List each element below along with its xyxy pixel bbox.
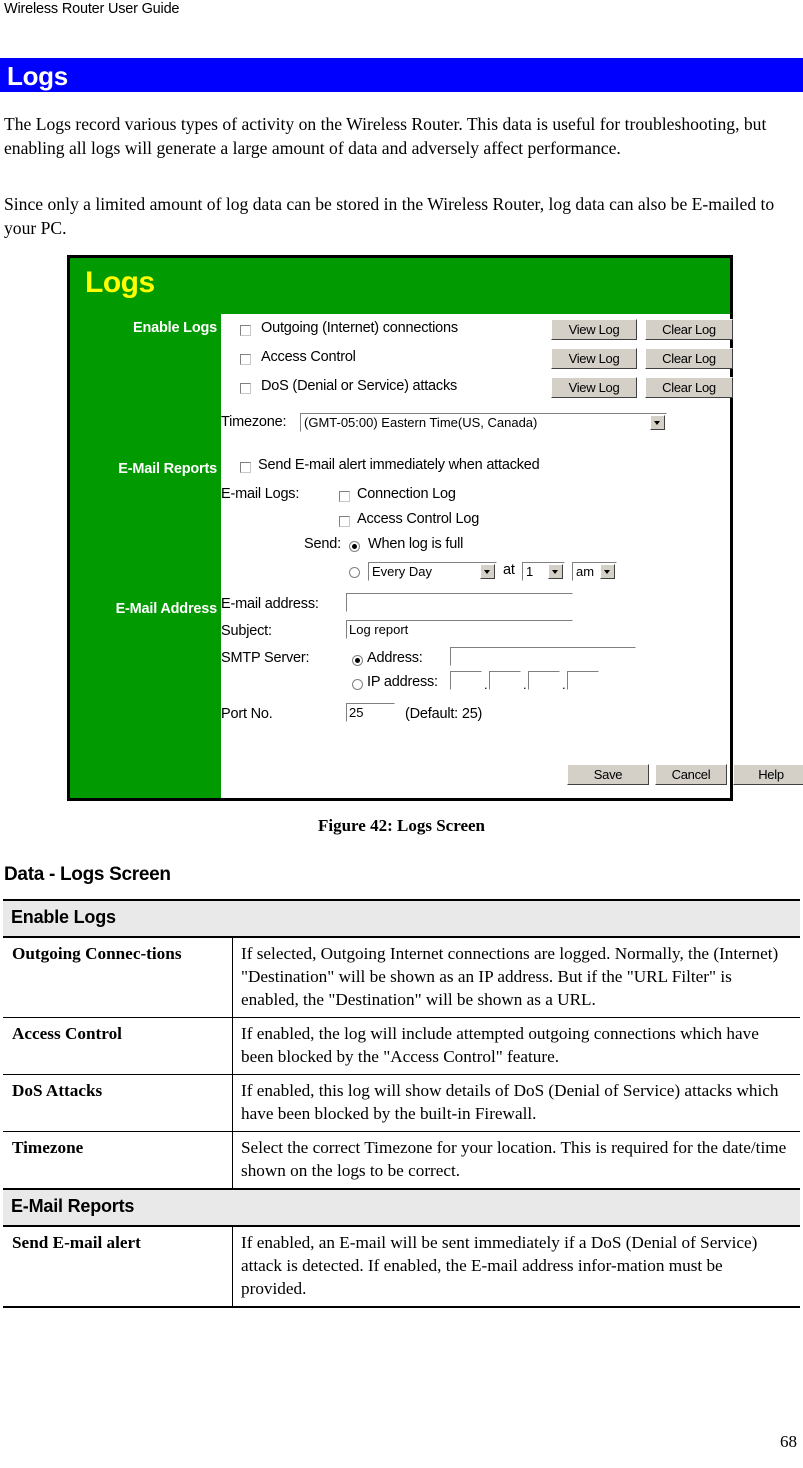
table-group-label: E-Mail Reports [3,1188,800,1227]
chevron-down-icon[interactable] [600,564,615,579]
smtp-ip-octet-3[interactable] [528,671,560,690]
chevron-down-icon[interactable] [480,564,495,579]
table-row: Timezone Select the correct Timezone for… [3,1131,800,1190]
sidebar-label-enable-logs: Enable Logs [132,320,217,336]
ip-dot-1: . [484,677,488,692]
hour-select[interactable]: 1 [522,562,565,581]
clear-log-button-access-control[interactable]: Clear Log [645,348,733,369]
running-head: Wireless Router User Guide [4,1,180,17]
ampm-select-value: am [576,564,595,579]
ip-dot-2: . [523,677,527,692]
table-cell-value: If enabled, this log will show details o… [232,1074,800,1132]
timezone-select-value: (GMT-05:00) Eastern Time(US, Canada) [304,415,538,430]
data-logs-screen-table: Enable Logs Outgoing Connec-tions If sel… [3,899,800,1308]
ampm-select[interactable]: am [572,562,617,581]
label-access-control-log: Access Control Log [357,511,480,527]
label-port-no: Port No. [221,706,273,722]
chevron-down-icon[interactable] [650,415,665,430]
label-dos-attacks: DoS (Denial or Service) attacks [261,378,458,394]
label-smtp-ip-address: IP address: [367,674,438,690]
sidebar-label-email-reports: E-Mail Reports [118,461,217,477]
label-send-email-alert: Send E-mail alert immediately when attac… [258,457,540,473]
intro-paragraph-1: The Logs record various types of activit… [4,114,767,158]
label-email-address: E-mail address: [221,596,319,612]
hour-select-value: 1 [526,564,534,579]
label-at: at [503,562,515,578]
page-number: 68 [780,1432,797,1451]
screen-title: Logs [85,266,155,299]
smtp-ip-octet-2[interactable] [489,671,521,690]
label-connection-log: Connection Log [357,486,456,502]
table-group-row: Enable Logs [3,899,800,938]
smtp-ip-octet-1[interactable] [450,671,482,690]
table-group-row: E-Mail Reports [3,1188,800,1227]
intro-paragraph-2: Since only a limited amount of log data … [4,194,775,238]
screen-sidebar [70,258,221,798]
help-button[interactable]: Help [733,764,803,785]
clear-log-button-dos[interactable]: Clear Log [645,377,733,398]
table-cell-key: Timezone [3,1131,233,1190]
ip-dot-3: . [562,677,566,692]
schedule-select[interactable]: Every Day [368,562,497,581]
checkbox-send-email-alert[interactable] [240,462,251,473]
screen-content-panel: Outgoing (Internet) connections View Log… [221,314,803,798]
chapter-title: Logs [7,61,68,91]
table-row: Access Control If enabled, the log will … [3,1017,800,1075]
view-log-button-access-control[interactable]: View Log [551,348,637,369]
subject-input[interactable]: Log report [346,620,573,639]
table-cell-value: If selected, Outgoing Internet connectio… [232,937,800,1018]
radio-schedule[interactable] [349,567,360,578]
radio-smtp-address[interactable] [352,655,363,666]
checkbox-connection-log[interactable] [339,491,350,502]
cancel-button[interactable]: Cancel [655,764,727,785]
label-smtp-server: SMTP Server: [221,650,310,666]
checkbox-outgoing-connections[interactable] [240,325,251,336]
checkbox-access-control[interactable] [240,354,251,365]
save-button[interactable]: Save [567,764,649,785]
label-when-log-is-full: When log is full [368,536,464,552]
label-subject: Subject: [221,623,272,639]
timezone-select[interactable]: (GMT-05:00) Eastern Time(US, Canada) [300,413,667,432]
chapter-banner: Logs [0,58,803,92]
table-cell-key: Send E-mail alert [3,1226,233,1308]
table-cell-key: Access Control [3,1017,233,1075]
view-log-button-outgoing[interactable]: View Log [551,319,637,340]
email-address-input[interactable] [346,593,573,612]
checkbox-dos-attacks[interactable] [240,383,251,394]
radio-smtp-ip[interactable] [352,679,363,690]
clear-log-button-outgoing[interactable]: Clear Log [645,319,733,340]
page-section-heading: Data - Logs Screen [4,864,171,885]
chevron-down-icon[interactable] [548,564,563,579]
smtp-ip-octet-4[interactable] [567,671,599,690]
table-cell-value: If enabled, an E-mail will be sent immed… [232,1226,800,1308]
label-outgoing-connections: Outgoing (Internet) connections [261,320,458,336]
label-access-control: Access Control [261,349,356,365]
smtp-address-input[interactable] [450,647,636,666]
table-cell-key: DoS Attacks [3,1074,233,1132]
table-cell-key: Outgoing Connec-tions [3,937,233,1018]
table-group-label: Enable Logs [3,899,800,938]
label-port-default: (Default: 25) [405,706,483,722]
table-row: Send E-mail alert If enabled, an E-mail … [3,1226,800,1308]
schedule-select-value: Every Day [372,564,432,579]
checkbox-access-control-log[interactable] [339,516,350,527]
table-row: DoS Attacks If enabled, this log will sh… [3,1074,800,1132]
table-cell-value: If enabled, the log will include attempt… [232,1017,800,1075]
radio-when-log-is-full[interactable] [349,541,360,552]
port-input[interactable]: 25 [346,703,395,722]
table-cell-value: Select the correct Timezone for your loc… [232,1131,800,1190]
label-smtp-address: Address: [367,650,423,666]
label-timezone: Timezone: [221,414,287,430]
table-row: Outgoing Connec-tions If selected, Outgo… [3,937,800,1018]
label-email-logs: E-mail Logs: [221,486,300,502]
view-log-button-dos[interactable]: View Log [551,377,637,398]
figure-caption: Figure 42: Logs Screen [318,816,485,835]
logs-screen-figure: Logs Enable Logs E-Mail Reports E-Mail A… [67,255,803,801]
label-send: Send: [304,536,341,552]
sidebar-label-email-address: E-Mail Address [115,601,218,617]
